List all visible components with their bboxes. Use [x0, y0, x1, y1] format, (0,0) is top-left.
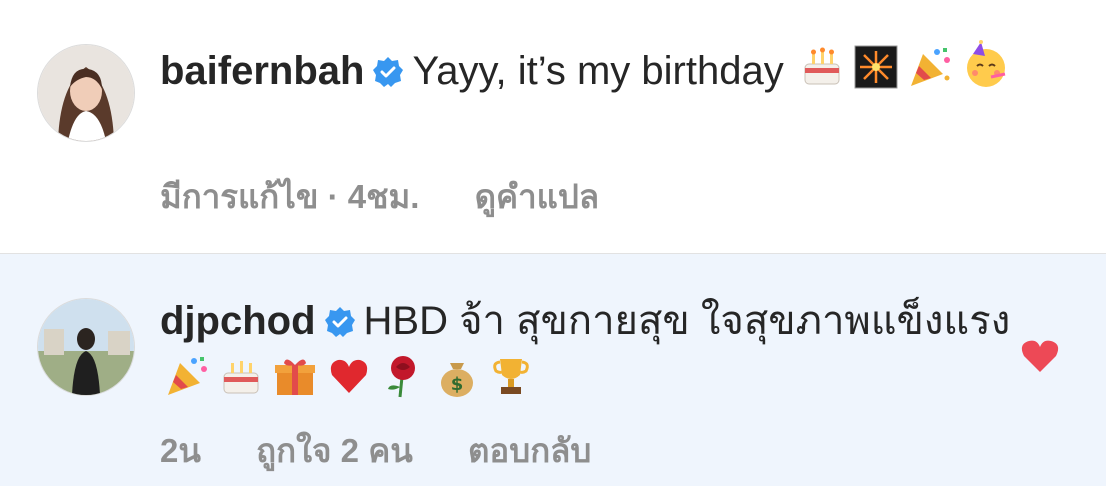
comment-meta: มีการแก้ไข · 4ชม. ดูคำแปล — [160, 170, 645, 223]
like-heart-icon[interactable] — [1020, 338, 1060, 379]
cake-icon — [218, 353, 264, 414]
comment-text: Yayy, it’s my birthday — [412, 49, 784, 93]
avatar[interactable] — [37, 298, 135, 396]
trophy-icon — [488, 353, 534, 414]
edited-label: มีการแก้ไข · 4ชม. — [160, 178, 420, 215]
comment-item: baifernbah Yayy, it’s my birthday มีการแก… — [0, 0, 1106, 254]
rose-icon — [380, 353, 426, 414]
verified-badge-icon — [324, 298, 356, 353]
party-popper-icon — [164, 353, 210, 414]
money-bag-icon: $ — [434, 353, 480, 414]
likes-count[interactable]: ถูกใจ 2 คน — [256, 432, 413, 469]
gift-icon — [272, 353, 318, 414]
party-popper-icon — [907, 44, 953, 105]
see-translation-button[interactable]: ดูคำแปล — [475, 178, 599, 215]
svg-text:$: $ — [451, 374, 464, 395]
comment-text: HBD จ้า สุขกายสุข ใจสุขภาพแข็งแรง — [363, 299, 1011, 343]
comment-item: djpchod HBD จ้า สุขกายสุข ใจสุขภาพแข็งแรง… — [0, 254, 1106, 486]
comment-time[interactable]: 4ชม. — [348, 178, 420, 215]
comment-time[interactable]: 2น — [160, 432, 201, 469]
partying-face-icon — [961, 40, 1011, 105]
comment-body: baifernbah Yayy, it’s my birthday — [160, 40, 1016, 105]
comment-username[interactable]: djpchod — [160, 299, 316, 343]
heart-icon — [326, 353, 372, 414]
comment-meta: 2น ถูกใจ 2 คน ตอบกลับ — [160, 424, 637, 477]
comment-username[interactable]: baifernbah — [160, 49, 364, 93]
fireworks-icon — [853, 44, 899, 105]
reply-button[interactable]: ตอบกลับ — [468, 432, 591, 469]
cake-icon — [799, 44, 845, 105]
verified-badge-icon — [372, 48, 404, 103]
avatar[interactable] — [37, 44, 135, 142]
comment-body: djpchod HBD จ้า สุขกายสุข ใจสุขภาพแข็งแรง… — [160, 294, 1016, 414]
